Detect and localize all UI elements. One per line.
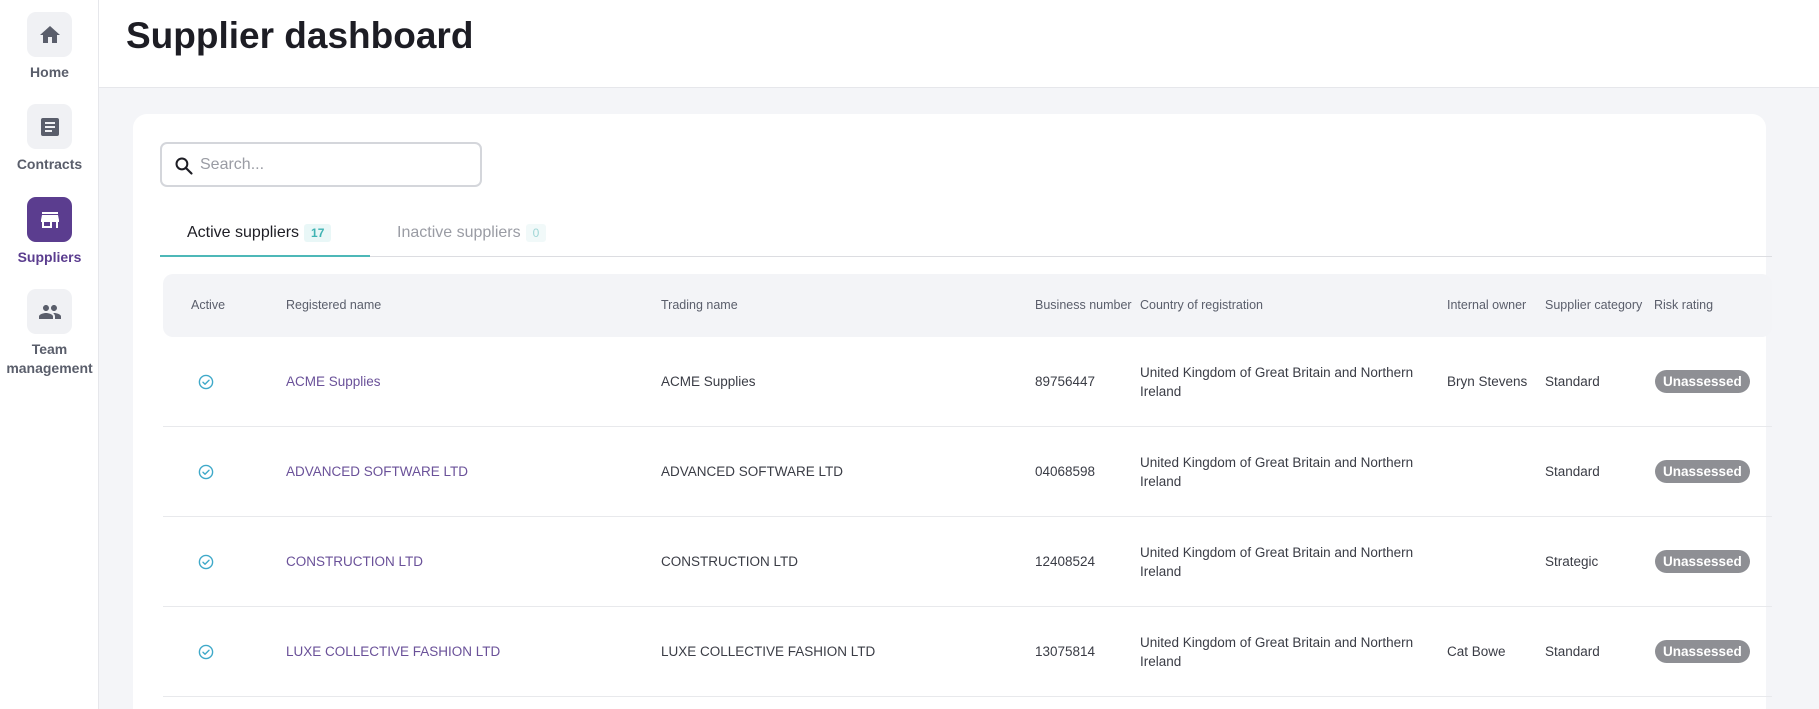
- risk-rating-badge: Unassessed: [1655, 460, 1750, 483]
- country-of-registration: United Kingdom of Great Britain and Nort…: [1140, 365, 1414, 399]
- supplier-category: Strategic: [1545, 554, 1599, 569]
- people-icon: [27, 289, 72, 334]
- column-header-internal-owner[interactable]: Internal owner: [1447, 298, 1526, 312]
- column-header-country[interactable]: Country of registration: [1140, 298, 1263, 312]
- trading-name: ADVANCED SOFTWARE LTD: [661, 464, 844, 479]
- column-header-risk-rating[interactable]: Risk rating: [1654, 298, 1713, 312]
- table-header: Active Registered name Trading name Busi…: [163, 274, 1772, 337]
- supplier-category: Standard: [1545, 374, 1600, 389]
- trading-name: ACME Supplies: [661, 374, 756, 389]
- column-header-supplier-category[interactable]: Supplier category: [1545, 298, 1642, 312]
- search-icon: [175, 157, 193, 175]
- table-row[interactable]: ACME Supplies ACME Supplies 89756447 Uni…: [163, 337, 1772, 427]
- internal-owner: Cat Bowe: [1447, 644, 1506, 659]
- tab-inactive-suppliers[interactable]: Inactive suppliers 0: [397, 224, 547, 257]
- search-input[interactable]: [200, 152, 470, 178]
- page-title: Supplier dashboard: [126, 15, 474, 56]
- registered-name-link[interactable]: LUXE COLLECTIVE FASHION LTD: [286, 642, 500, 661]
- check-circle-icon: [198, 464, 214, 480]
- sidebar-item-label: Contracts: [16, 156, 83, 172]
- sidebar-item-home[interactable]: Home: [0, 12, 99, 82]
- sidebar-item-label: Suppliers: [17, 249, 82, 265]
- business-number: 04068598: [1035, 464, 1096, 479]
- check-circle-icon: [198, 374, 214, 390]
- trading-name: CONSTRUCTION LTD: [661, 554, 798, 569]
- supplier-category: Standard: [1545, 464, 1600, 479]
- tab-count-badge: 17: [304, 224, 332, 242]
- column-header-trading-name[interactable]: Trading name: [661, 298, 738, 312]
- store-icon: [27, 197, 72, 242]
- registered-name-link[interactable]: ADVANCED SOFTWARE LTD: [286, 462, 468, 481]
- tab-label: Active suppliers: [187, 224, 300, 241]
- tab-count-badge: 0: [525, 224, 547, 242]
- suppliers-card: Active suppliers17 Inactive suppliers0 A…: [133, 114, 1772, 709]
- sidebar-item-label: Team management: [6, 341, 93, 376]
- check-circle-icon: [198, 644, 214, 660]
- internal-owner: Bryn Stevens: [1447, 374, 1528, 389]
- table-row[interactable]: ADVANCED SOFTWARE LTD ADVANCED SOFTWARE …: [163, 427, 1772, 517]
- trading-name: LUXE COLLECTIVE FASHION LTD: [661, 644, 876, 659]
- check-circle-icon: [198, 554, 214, 570]
- registered-name-link[interactable]: CONSTRUCTION LTD: [286, 552, 423, 571]
- country-of-registration: United Kingdom of Great Britain and Nort…: [1140, 635, 1414, 669]
- business-number: 13075814: [1035, 644, 1096, 659]
- country-of-registration: United Kingdom of Great Britain and Nort…: [1140, 455, 1414, 489]
- sidebar-item-team-management[interactable]: Team management: [0, 289, 99, 378]
- registered-name-link[interactable]: ACME Supplies: [286, 372, 381, 391]
- table-row[interactable]: CONSTRUCTION LTD CONSTRUCTION LTD 124085…: [163, 517, 1772, 607]
- business-number: 89756447: [1035, 374, 1096, 389]
- sidebar: Home Contracts Suppliers Team management: [0, 0, 99, 709]
- search-box[interactable]: [160, 142, 482, 187]
- supplier-category: Standard: [1545, 644, 1600, 659]
- supplier-tabs: Active suppliers 17 Inactive suppliers 0: [160, 214, 1772, 257]
- risk-rating-badge: Unassessed: [1655, 550, 1750, 573]
- sidebar-item-contracts[interactable]: Contracts: [0, 104, 99, 174]
- page-header: Supplier dashboard: [99, 0, 1819, 88]
- tab-label: Inactive suppliers: [397, 224, 521, 241]
- risk-rating-badge: Unassessed: [1655, 640, 1750, 663]
- country-of-registration: United Kingdom of Great Britain and Nort…: [1140, 545, 1414, 579]
- column-header-registered-name[interactable]: Registered name: [286, 298, 381, 312]
- sidebar-item-label: Home: [30, 64, 69, 80]
- document-icon: [27, 104, 72, 149]
- sidebar-item-suppliers[interactable]: Suppliers: [0, 197, 99, 267]
- column-header-business-number[interactable]: Business number: [1035, 298, 1132, 312]
- risk-rating-badge: Unassessed: [1655, 370, 1750, 393]
- tab-active-suppliers[interactable]: Active suppliers 17: [160, 224, 370, 257]
- column-header-active[interactable]: Active: [191, 298, 225, 312]
- home-icon: [27, 12, 72, 57]
- business-number: 12408524: [1035, 554, 1096, 569]
- table-row[interactable]: LUXE COLLECTIVE FASHION LTD LUXE COLLECT…: [163, 607, 1772, 697]
